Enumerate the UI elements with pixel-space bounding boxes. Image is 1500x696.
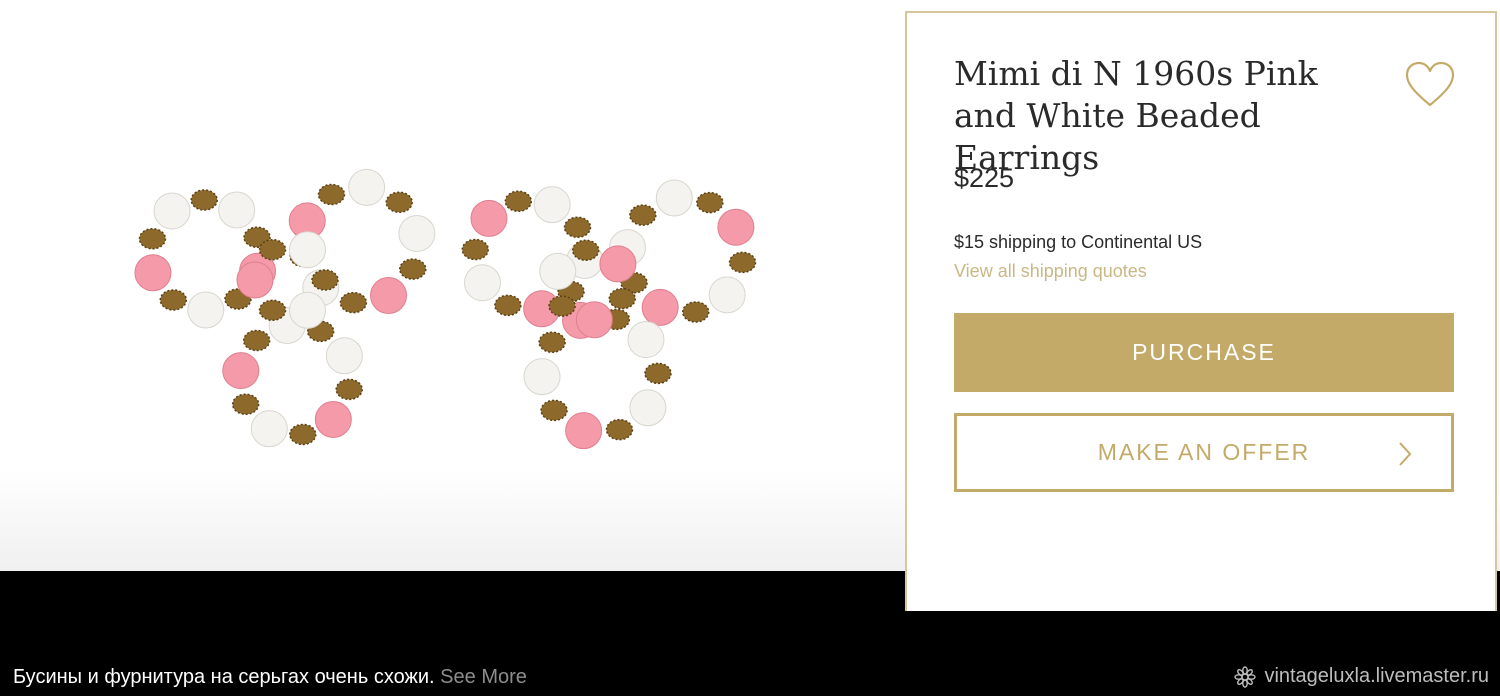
caption: Бусины и фурнитура на серьгах очень схож…: [13, 666, 527, 689]
flower-icon: [1234, 665, 1257, 688]
caption-text: Бусины и фурнитура на серьгах очень схож…: [13, 666, 435, 688]
purchase-button[interactable]: PURCHASE: [954, 313, 1454, 392]
watermark: vintageluxla.livemaster.ru: [1234, 665, 1489, 688]
product-title: Mimi di N 1960s Pink and White Beaded Ea…: [954, 54, 1318, 177]
make-offer-button[interactable]: MAKE AN OFFER: [954, 413, 1454, 492]
heart-icon[interactable]: [1405, 61, 1455, 109]
product-price: $225: [954, 163, 1015, 193]
product-panel: Mimi di N 1960s Pink and White Beaded Ea…: [905, 11, 1497, 611]
product-image[interactable]: [130, 160, 770, 490]
see-more-link[interactable]: See More: [440, 666, 527, 688]
watermark-text: vintageluxla.livemaster.ru: [1264, 665, 1489, 687]
earrings-illustration: [134, 168, 757, 450]
content-area: Mimi di N 1960s Pink and White Beaded Ea…: [0, 0, 1500, 611]
chevron-right-icon: [1399, 442, 1412, 466]
shipping-quotes-link[interactable]: View all shipping quotes: [954, 261, 1147, 282]
purchase-label: PURCHASE: [1132, 339, 1276, 365]
make-offer-label: MAKE AN OFFER: [1097, 439, 1311, 465]
shipping-text: $15 shipping to Continental US: [954, 232, 1203, 252]
